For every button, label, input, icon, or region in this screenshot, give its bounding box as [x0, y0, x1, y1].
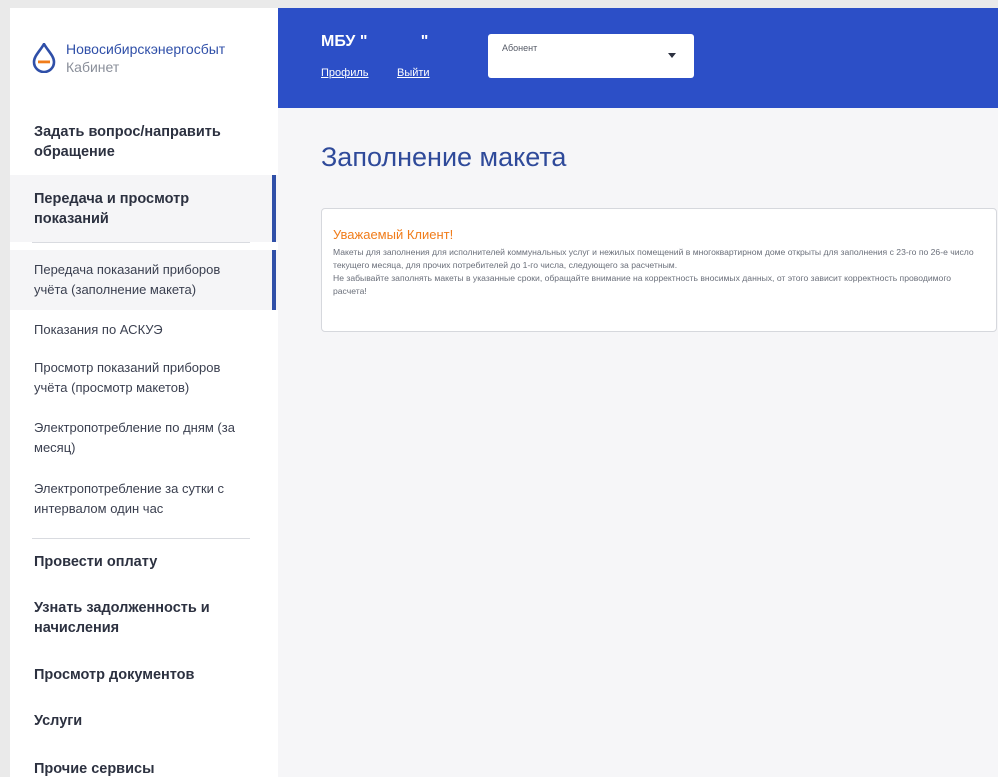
top-header: МБУ " " Профиль Выйти Абонент — [278, 8, 998, 108]
sidebar-divider — [32, 538, 250, 539]
page-title: Заполнение макета — [321, 142, 567, 172]
sidebar-item-debt[interactable]: Узнать задолженность и начисления — [34, 598, 254, 638]
sidebar-item-ask-question[interactable]: Задать вопрос/направить обращение — [34, 122, 254, 162]
sidebar-subitem-askue[interactable]: Показания по АСКУЭ — [34, 320, 254, 340]
drop-logo-icon — [32, 43, 56, 73]
subitem-active-indicator — [272, 250, 276, 310]
sidebar-subitem-hourly-consumption[interactable]: Электропотребление за сутки с интервалом… — [34, 479, 254, 519]
profile-link[interactable]: Профиль — [321, 67, 369, 79]
brand-name: Новосибирскэнергосбыт — [66, 41, 226, 57]
sidebar-subitem-submit-readings[interactable]: Передача показаний приборов учёта (запол… — [34, 260, 254, 300]
notice-title: Уважаемый Клиент! — [333, 227, 454, 242]
sidebar-item-documents[interactable]: Просмотр документов — [34, 665, 254, 685]
sidebar-item-payment[interactable]: Провести оплату — [34, 552, 254, 572]
chevron-down-icon — [668, 53, 676, 58]
sidebar-divider — [32, 242, 250, 243]
notice-box: Уважаемый Клиент! Макеты для заполнения … — [321, 208, 997, 332]
section-active-indicator — [272, 175, 276, 242]
app-frame: Новосибирскэнергосбыт Кабинет Задать воп… — [10, 8, 998, 777]
brand-text: Новосибирскэнергосбыт Кабинет — [66, 40, 225, 76]
brand-subtitle: Кабинет — [66, 59, 120, 75]
organization-name: МБУ " " — [321, 33, 429, 50]
notice-text: Макеты для заполнения для исполнителей к… — [333, 247, 974, 270]
sidebar-subitem-daily-consumption[interactable]: Электропотребление по дням (за месяц) — [34, 418, 254, 458]
brand-logo[interactable]: Новосибирскэнергосбыт Кабинет — [32, 40, 225, 76]
sidebar-subitem-view-readings[interactable]: Просмотр показаний приборов учёта (просм… — [34, 358, 254, 398]
sidebar-item-services[interactable]: Услуги — [34, 711, 254, 731]
logout-link[interactable]: Выйти — [397, 67, 430, 79]
account-select[interactable]: Абонент — [488, 34, 694, 78]
account-select-value: Абонент — [502, 43, 538, 53]
sidebar-item-readings[interactable]: Передача и просмотр показаний — [34, 189, 254, 229]
sidebar: Новосибирскэнергосбыт Кабинет Задать воп… — [10, 8, 278, 777]
sidebar-item-other-services[interactable]: Прочие сервисы — [34, 759, 254, 777]
notice-body: Макеты для заполнения для исполнителей к… — [333, 246, 983, 298]
notice-text: Не забывайте заполнять макеты в указанны… — [333, 273, 952, 296]
